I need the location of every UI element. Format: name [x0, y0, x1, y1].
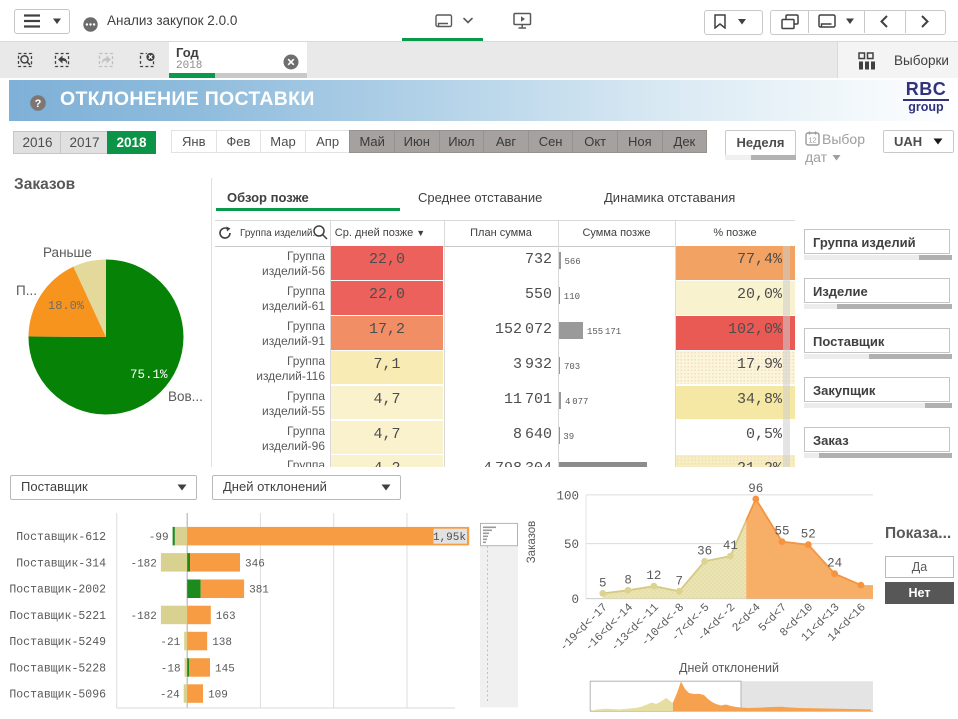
svg-text:Дней отклонений: Дней отклонений — [679, 661, 779, 675]
svg-text:24: 24 — [827, 557, 842, 571]
svg-text:36: 36 — [697, 544, 712, 558]
svg-text:12: 12 — [808, 136, 816, 145]
svg-text:-99: -99 — [149, 532, 169, 544]
svg-text:2<d<4: 2<d<4 — [730, 601, 764, 635]
svg-text:-21: -21 — [160, 637, 180, 649]
svg-text:346: 346 — [245, 558, 265, 570]
svg-text:Поставщик-5096: Поставщик-5096 — [9, 689, 106, 702]
svg-text:Поставщик-2002: Поставщик-2002 — [9, 584, 106, 597]
svg-text:50: 50 — [564, 538, 579, 552]
svg-text:52: 52 — [801, 528, 816, 542]
svg-text:163: 163 — [216, 611, 236, 623]
svg-text:7: 7 — [676, 574, 684, 588]
svg-text:0: 0 — [571, 593, 579, 607]
svg-text:109: 109 — [208, 690, 228, 702]
svg-text:-182: -182 — [130, 611, 156, 623]
svg-text:138: 138 — [212, 637, 232, 649]
svg-text:1,95k: 1,95k — [433, 532, 466, 544]
svg-text:41: 41 — [723, 539, 738, 553]
svg-text:145: 145 — [215, 663, 235, 675]
svg-text:Поставщик-314: Поставщик-314 — [16, 557, 106, 570]
svg-text:96: 96 — [748, 482, 763, 496]
svg-text:?: ? — [35, 98, 42, 110]
svg-text:Поставщик-612: Поставщик-612 — [16, 531, 106, 544]
svg-text:-182: -182 — [130, 558, 156, 570]
svg-text:12: 12 — [646, 569, 661, 583]
svg-text:Поставщик-5221: Поставщик-5221 — [9, 610, 106, 623]
svg-text:-18: -18 — [161, 663, 181, 675]
svg-text:Поставщик-5249: Поставщик-5249 — [9, 636, 106, 649]
svg-text:-24: -24 — [160, 690, 180, 702]
svg-text:5: 5 — [599, 576, 607, 590]
svg-text:55: 55 — [774, 525, 789, 539]
svg-text:Поставщик-5228: Поставщик-5228 — [9, 662, 106, 675]
svg-text:100: 100 — [556, 489, 579, 503]
svg-text:Заказов: Заказов — [526, 521, 538, 564]
svg-text:381: 381 — [249, 585, 269, 597]
svg-text:8: 8 — [624, 573, 632, 587]
